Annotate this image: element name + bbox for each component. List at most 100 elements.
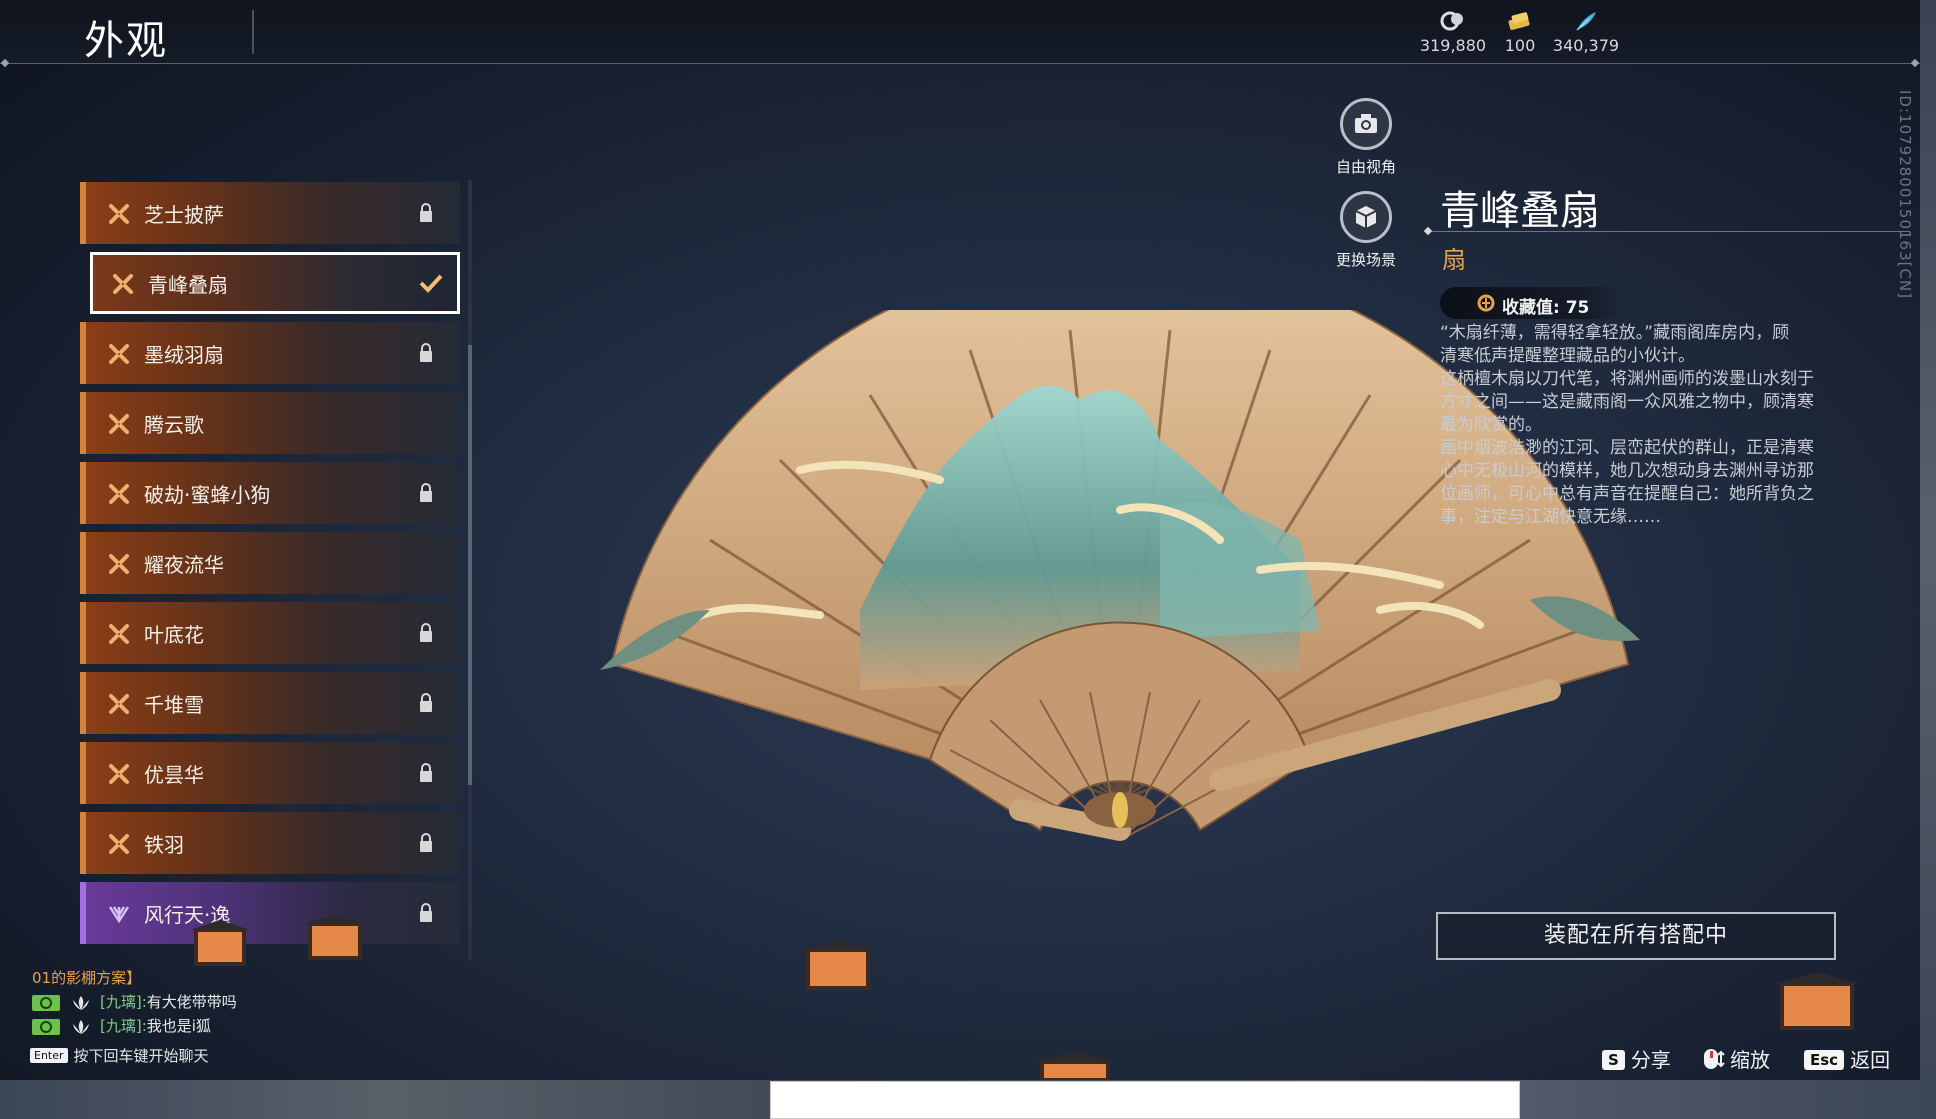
back-label: 返回	[1850, 1048, 1891, 1072]
equip-all-button[interactable]: 装配在所有搭配中	[1436, 912, 1836, 960]
description-line: 清寒低声提醒整理藏品的小伙计。	[1440, 346, 1695, 366]
list-item[interactable]: 耀夜流华	[80, 532, 460, 594]
chat-text: 有大佬带带吗	[146, 993, 237, 1011]
description-line: 画中烟波浩渺的江河、层峦起伏的群山，正是清寒	[1440, 438, 1814, 458]
free-view-button[interactable]: 自由视角	[1311, 98, 1421, 177]
list-item-label: 腾云歌	[144, 413, 204, 437]
mouse-icon	[1704, 1049, 1725, 1069]
chat-message: [九璃]:我也是i狐	[32, 1015, 211, 1035]
list-item[interactable]: 风行天·逸	[80, 882, 460, 944]
list-item-label: 铁羽	[144, 833, 184, 857]
list-item[interactable]: 优昙华	[80, 742, 460, 804]
list-scrollbar-thumb[interactable]	[468, 345, 472, 785]
collection-icon	[1477, 294, 1495, 312]
lantern-icon	[1774, 972, 1860, 1030]
player-id: ID:10792800150163[CN]	[1896, 90, 1914, 300]
back-button[interactable]: Esc 返回	[1804, 1044, 1890, 1073]
window-right-edge	[1920, 0, 1936, 1080]
list-item-label: 破劫·蜜蜂小狗	[144, 483, 271, 507]
list-item-label: 芝士披萨	[144, 203, 224, 227]
lock-icon	[420, 343, 432, 362]
zoom-button[interactable]: 缩放	[1700, 1044, 1770, 1073]
list-item[interactable]: 腾云歌	[80, 392, 460, 454]
cross-swords-icon	[109, 204, 129, 224]
chat-hint-text: 按下回车键开始聊天	[73, 1047, 209, 1065]
cross-swords-icon	[109, 834, 129, 854]
cross-swords-icon	[109, 414, 129, 434]
item-name: 青峰叠扇	[1440, 188, 1600, 234]
ticket-icon	[1508, 12, 1530, 30]
lock-icon	[420, 203, 432, 222]
share-label: 分享	[1630, 1048, 1671, 1072]
list-item-label: 优昙华	[144, 763, 204, 787]
chat-text: 我也是i狐	[146, 1017, 211, 1035]
currency-feather: 340,379	[1546, 10, 1626, 55]
page-title: 外观	[84, 18, 168, 64]
list-item[interactable]: 铁羽	[80, 812, 460, 874]
lotus-icon	[73, 995, 89, 1010]
title-separator	[252, 10, 254, 54]
chat-channel: [九璃]:	[100, 993, 147, 1011]
cross-swords-icon	[109, 624, 129, 644]
currency-feather-value: 340,379	[1552, 36, 1620, 55]
list-item-label: 叶底花	[144, 623, 204, 647]
chat-channel: [九璃]:	[100, 1017, 147, 1035]
lock-icon	[420, 483, 432, 502]
share-button[interactable]: S 分享	[1602, 1044, 1671, 1073]
overlay-input-box[interactable]	[770, 1081, 1520, 1119]
list-item[interactable]: 千堆雪	[80, 672, 460, 734]
description-line: 心中无极山河的模样，她几次想动身去渊州寻访那	[1440, 461, 1814, 481]
lock-icon	[420, 903, 432, 922]
cross-swords-icon	[109, 554, 129, 574]
item-type: 扇	[1442, 246, 1466, 274]
collect-value-badge: 收藏值: 75	[1440, 287, 1622, 319]
description-line: 最为欣赏的。	[1440, 415, 1542, 435]
collect-value: 收藏值: 75	[1502, 298, 1590, 318]
change-scene-button[interactable]: 更换场景	[1311, 191, 1421, 270]
list-item[interactable]: 破劫·蜜蜂小狗	[80, 462, 460, 524]
lantern-icon	[304, 914, 366, 960]
cross-swords-icon	[109, 764, 129, 784]
cross-swords-icon	[109, 344, 129, 364]
description-line: “木扇纤薄，需得轻拿轻放。”藏雨阁库房内，顾	[1440, 323, 1790, 343]
list-item-label: 青峰叠扇	[148, 273, 228, 297]
currency-coin-value: 319,880	[1419, 36, 1487, 55]
name-divider-ornament	[1423, 226, 1433, 236]
change-scene-label: 更换场景	[1335, 251, 1396, 269]
enter-key-icon: Enter	[30, 1048, 68, 1063]
feather-icon	[1576, 12, 1596, 31]
cross-swords-icon	[113, 274, 133, 294]
cross-swords-icon	[109, 484, 129, 504]
list-item[interactable]: 墨绒羽扇	[80, 322, 460, 384]
trident-icon	[108, 906, 130, 924]
list-scrollbar[interactable]	[468, 180, 472, 960]
top-divider	[0, 63, 1920, 64]
description-line: 事，注定与江湖快意无缘……	[1440, 507, 1661, 527]
lock-icon	[420, 623, 432, 642]
chat-message: [九璃]:有大佬带带吗	[32, 991, 237, 1011]
lantern-icon	[802, 940, 874, 990]
lotus-icon	[73, 1019, 89, 1034]
description-line: 位画师，可心中总有声音在提醒自己：她所背负之	[1440, 484, 1814, 504]
list-item-label: 千堆雪	[144, 693, 204, 717]
currency-ticket-value: 100	[1504, 36, 1536, 55]
share-key: S	[1602, 1050, 1625, 1070]
check-icon	[419, 274, 443, 293]
cross-swords-icon	[109, 694, 129, 714]
description-line: 这柄檀木扇以刀代笔，将渊州画师的泼墨山水刻于	[1440, 369, 1814, 389]
zoom-label: 缩放	[1730, 1048, 1770, 1072]
list-item[interactable]: 芝士披萨	[80, 182, 460, 244]
chat-hint[interactable]: Enter 按下回车键开始聊天	[30, 1045, 209, 1066]
back-key: Esc	[1804, 1050, 1845, 1070]
cube-icon	[1355, 206, 1377, 228]
description-line: 方寸之间——这是藏雨阁一众风雅之物中，顾清寒	[1440, 392, 1814, 412]
list-item[interactable]: 青峰叠扇	[90, 252, 460, 314]
list-item[interactable]: 叶底花	[80, 602, 460, 664]
camera-icon	[1355, 114, 1377, 133]
chat-scheme-label: 01的影棚方案】	[32, 969, 142, 987]
lock-icon	[420, 833, 432, 852]
lantern-icon	[190, 920, 250, 966]
name-divider	[1428, 231, 1910, 232]
lock-icon	[420, 693, 432, 712]
item-description: “木扇纤薄，需得轻拿轻放。”藏雨阁库房内，顾 清寒低声提醒整理藏品的小伙计。 这…	[1440, 322, 1840, 529]
